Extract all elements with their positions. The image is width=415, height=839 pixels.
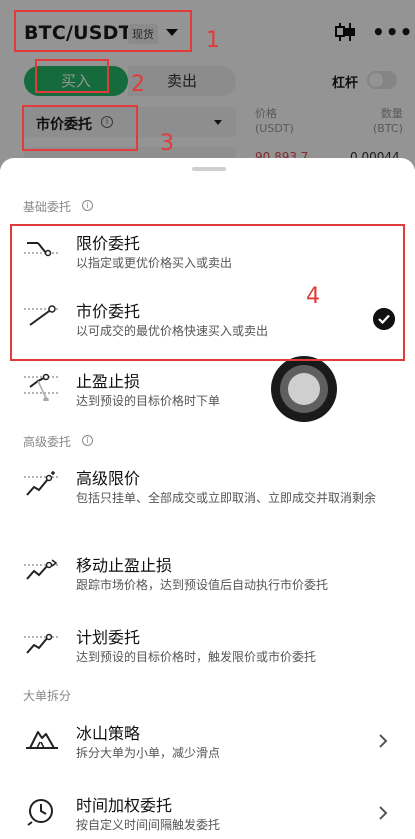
advanced-limit-icon (24, 471, 58, 496)
option-title: 止盈止损 (76, 372, 141, 391)
option-title: 时间加权委托 (76, 796, 173, 815)
option-desc: 拆分大单为小单，减少滑点 (76, 746, 221, 760)
option-title: 冰山策略 (76, 724, 141, 743)
option-title: 移动止盈止损 (76, 556, 173, 575)
option-title: 高级限价 (76, 469, 141, 488)
section-basic-title: 基础委托 (23, 200, 72, 214)
sheet-handle[interactable] (192, 167, 226, 171)
option-trigger-order[interactable]: 计划委托 达到预设的目标价格时，触发限价或市价委托 (0, 622, 415, 672)
option-advanced-limit[interactable]: 高级限价 包括只挂单、全部成交或立即取消、立即成交并取消剩余 (0, 463, 415, 527)
info-icon[interactable]: i (82, 200, 93, 211)
take-profit-stop-loss-icon (24, 373, 58, 401)
clock-icon (27, 799, 53, 826)
option-desc: 达到预设的目标价格时下单 (76, 394, 221, 408)
option-trailing-stop[interactable]: 移动止盈止损 跟踪市场价格，达到预设值后自动执行市价委托 (0, 550, 415, 600)
option-iceberg[interactable]: 冰山策略 拆分大单为小单，减少滑点 (0, 718, 415, 768)
annotation-box-3 (22, 105, 138, 151)
option-desc: 达到预设的目标价格时，触发限价或市价委托 (76, 650, 317, 664)
trigger-order-icon (24, 633, 58, 654)
option-desc: 包括只挂单、全部成交或立即取消、立即成交并取消剩余 (76, 491, 377, 505)
annotation-box-1 (14, 10, 192, 52)
trailing-stop-icon (24, 559, 58, 580)
iceberg-icon (26, 731, 58, 749)
option-desc: 按自定义时间间隔触发委托 (76, 818, 221, 832)
info-icon[interactable]: i (82, 435, 93, 446)
annotation-number-4: 4 (306, 284, 320, 309)
chevron-right-icon (379, 806, 388, 820)
option-take-profit-stop-loss[interactable]: 止盈止损 达到预设的目标价格时下单 (0, 368, 415, 416)
annotation-number-2: 2 (131, 72, 145, 97)
option-twap[interactable]: 时间加权委托 按自定义时间间隔触发委托 (0, 790, 415, 839)
option-title: 计划委托 (76, 628, 141, 647)
floating-button-core (288, 373, 320, 405)
annotation-box-2 (35, 59, 109, 93)
annotation-number-3: 3 (160, 131, 174, 156)
annotation-number-1: 1 (206, 28, 220, 53)
chevron-right-icon (379, 734, 388, 748)
floating-assistive-button[interactable] (271, 356, 337, 422)
annotation-box-4 (10, 224, 405, 361)
section-advanced-title: 高级委托 (23, 435, 72, 449)
section-split-title: 大单拆分 (23, 689, 72, 703)
option-desc: 跟踪市场价格，达到预设值后自动执行市价委托 (76, 578, 329, 592)
